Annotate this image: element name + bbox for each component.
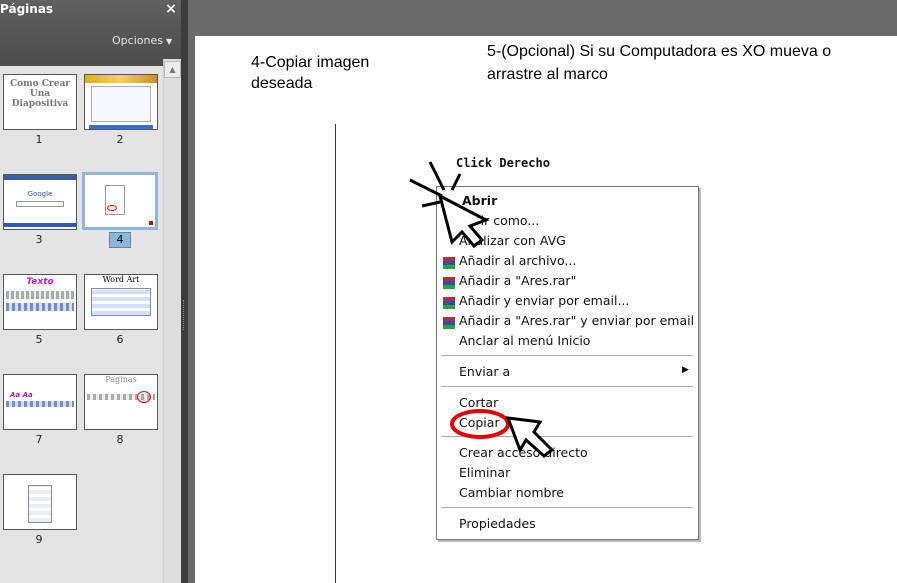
caret-down-icon: ▼: [165, 37, 173, 46]
step-5-text: 5-(Opcional) Si su Computadora es XO mue…: [487, 43, 832, 83]
thumb-toolbar: [87, 391, 155, 403]
splitter-grip-icon[interactable]: [183, 300, 187, 330]
thumb-wordart-sample: Aa Aa: [10, 391, 33, 399]
thumb-circle: [137, 391, 151, 403]
thumb-toolbar: [6, 291, 74, 299]
page-number-4: 4: [109, 232, 131, 248]
thumb-toolbar2: [6, 303, 74, 311]
thumb-banner: [85, 75, 157, 83]
thumb-texto: Texto: [26, 277, 54, 287]
thumb-menu: [105, 185, 125, 215]
options-label: Opciones: [112, 34, 163, 47]
page-number-6: 6: [116, 333, 124, 346]
menu-item-properties: Propiedades: [459, 516, 536, 531]
thumb-taskbar: [4, 223, 76, 227]
options-dropdown[interactable]: Opciones ▼: [112, 34, 178, 50]
page-thumbnail-1[interactable]: Como Crear Una Diapositiva: [3, 74, 77, 130]
page-thumbnail-4[interactable]: [82, 172, 158, 230]
thumb-titlebar: [4, 175, 76, 180]
page-thumbnail-2[interactable]: [84, 74, 158, 130]
thumb-wordart: Word Art: [102, 275, 140, 284]
page-number-7: 7: [35, 433, 43, 446]
page-number-8: 8: [116, 433, 124, 446]
menu-item-delete: Eliminar: [459, 465, 511, 480]
page-number-3: 3: [35, 233, 43, 246]
thumb-taskbar: [89, 125, 153, 129]
thumb-dialog: [28, 485, 52, 523]
thumb-screen: [91, 86, 151, 122]
divider-line: [335, 124, 336, 583]
thumb-paginas: Paginas: [105, 375, 137, 384]
page-thumbnail-5[interactable]: Texto: [3, 274, 77, 330]
page-number-2: 2: [116, 133, 124, 146]
pointer-arrow-icon: [505, 416, 555, 458]
page-number-9: 9: [35, 533, 43, 546]
thumb-searchbox: [16, 201, 64, 207]
thumb-title-1: Como Crear Una Diapositiva: [9, 79, 71, 109]
page-thumbnail-9[interactable]: [3, 474, 77, 530]
page-number-1: 1: [35, 133, 43, 146]
scroll-up-icon[interactable]: ▲: [164, 61, 181, 78]
page-thumbnail-7[interactable]: Aa Aa: [3, 374, 77, 430]
thumb-google: Google: [27, 190, 53, 198]
thumb-gallery: [91, 288, 151, 316]
thumb-dot: [149, 221, 153, 225]
thumb-toolbar: [6, 401, 74, 407]
thumbnail-scrollbar[interactable]: [163, 59, 181, 583]
page-number-5: 5: [35, 333, 43, 346]
step-4-text: 4-Copiar imagen deseada: [251, 54, 370, 92]
click-burst-icon: [409, 161, 462, 208]
annotation-overlay: [409, 161, 555, 458]
close-panel-button[interactable]: ×: [164, 0, 178, 17]
highlight-circle-icon: [450, 409, 510, 439]
page-thumbnail-8[interactable]: Paginas: [84, 374, 158, 430]
menu-item-rename: Cambiar nombre: [459, 485, 564, 500]
page-thumbnail-3[interactable]: Google: [3, 174, 77, 230]
menu-separator: [441, 507, 693, 508]
thumb-circle: [107, 205, 117, 211]
panel-splitter[interactable]: [181, 0, 188, 583]
pages-panel-title: Páginas: [0, 2, 54, 16]
page-thumbnail-6[interactable]: Word Art: [84, 274, 158, 330]
pointer-arrow-icon: [437, 193, 490, 249]
